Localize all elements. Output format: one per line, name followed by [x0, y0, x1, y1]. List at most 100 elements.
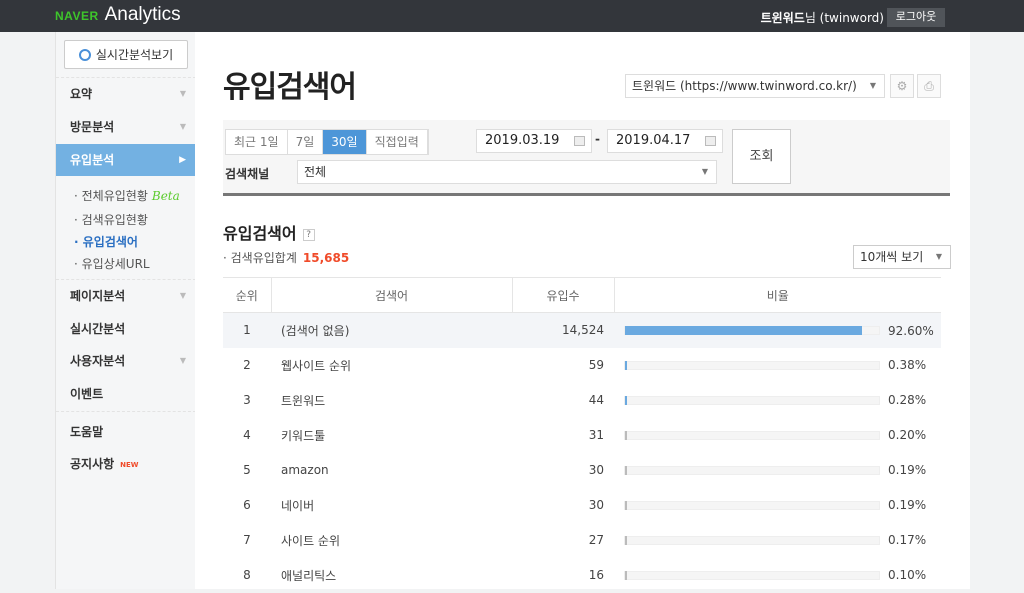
- total-value: 15,685: [303, 251, 349, 265]
- rank-cell: 6: [223, 488, 271, 523]
- tab-7days[interactable]: 7일: [288, 130, 324, 154]
- site-select[interactable]: 트윈워드 (https://www.twinword.co.kr/) ▼: [625, 74, 885, 98]
- print-button[interactable]: ⎙: [917, 74, 941, 98]
- column-header-keyword: 검색어: [271, 278, 512, 313]
- ratio-cell: 0.38%: [614, 348, 941, 383]
- chevron-down-icon: ▼: [180, 78, 186, 110]
- sidebar-item-help[interactable]: 도움말: [56, 416, 196, 448]
- table-row: 7 사이트 순위 27 0.17%: [223, 523, 941, 558]
- table-row: 8 애널리틱스 16 0.10%: [223, 558, 941, 593]
- ratio-bar-track: [624, 536, 880, 545]
- date-to-input[interactable]: 2019.04.17: [607, 129, 723, 153]
- subitem-inflow-url[interactable]: · 유입상세URL: [74, 255, 150, 272]
- logo[interactable]: NAVER Analytics: [55, 4, 181, 26]
- site-select-value: 트윈워드 (https://www.twinword.co.kr/): [632, 79, 857, 93]
- calendar-icon[interactable]: [574, 136, 585, 146]
- sidebar-item-notice[interactable]: 공지사항NEW: [56, 448, 196, 480]
- realtime-button[interactable]: 실시간분석보기: [64, 40, 188, 69]
- page-title: 유입검색어: [223, 62, 356, 106]
- ratio-bar-track: [624, 431, 880, 440]
- ratio-bar-fill: [625, 361, 627, 370]
- date-to-value: 2019.04.17: [616, 133, 690, 148]
- ratio-bar-fill: [625, 571, 627, 580]
- sidebar-item-label: 실시간분석: [70, 322, 125, 336]
- sidebar-item-label: 유입분석: [70, 153, 114, 167]
- column-header-count: 유입수: [512, 278, 614, 313]
- subitem-label: 유입검색어: [83, 235, 138, 249]
- column-header-ratio: 비율: [614, 278, 941, 313]
- rank-cell: 7: [223, 523, 271, 558]
- sidebar-item-user[interactable]: 사용자분석▼: [56, 345, 196, 377]
- ratio-bar-fill: [625, 431, 627, 440]
- ratio-bar-fill: [625, 466, 627, 475]
- per-page-value: 10개씩 보기: [860, 250, 923, 264]
- sidebar-item-label: 방문분석: [70, 120, 114, 134]
- rank-cell: 1: [223, 313, 271, 348]
- ratio-cell: 0.17%: [614, 523, 941, 558]
- subitem-label: 전체유입현황: [82, 189, 148, 203]
- sidebar-item-page[interactable]: 페이지분석▼: [56, 280, 196, 312]
- count-cell: 31: [512, 418, 614, 453]
- sidebar-item-label: 요약: [70, 87, 92, 101]
- dropdown-icon: ▼: [870, 75, 876, 97]
- ratio-bar-fill: [625, 536, 627, 545]
- user-suffix: 님 (twinword): [805, 11, 884, 25]
- count-cell: 59: [512, 348, 614, 383]
- table-row: 3 트윈워드 44 0.28%: [223, 383, 941, 418]
- count-cell: 30: [512, 488, 614, 523]
- subitem-inflow-keywords[interactable]: · 유입검색어: [74, 233, 138, 250]
- table-row: 4 키워드툴 31 0.20%: [223, 418, 941, 453]
- ratio-cell: 92.60%: [614, 313, 941, 348]
- print-icon: ⎙: [924, 79, 934, 93]
- new-badge: NEW: [120, 461, 138, 469]
- keyword-cell: amazon: [271, 453, 512, 488]
- count-cell: 30: [512, 453, 614, 488]
- sidebar-item-summary[interactable]: 요약 ▼: [56, 78, 196, 110]
- channel-label: 검색채널: [225, 165, 269, 182]
- logout-button[interactable]: 로그아웃: [887, 8, 945, 27]
- total-label: 검색유입합계: [231, 251, 297, 265]
- realtime-button-label: 실시간분석보기: [96, 46, 173, 63]
- chevron-down-icon: ▼: [180, 280, 186, 312]
- dropdown-icon: ▼: [702, 161, 708, 183]
- date-from-value: 2019.03.19: [485, 133, 559, 148]
- count-cell: 44: [512, 383, 614, 418]
- settings-button[interactable]: ⚙: [890, 74, 914, 98]
- ratio-text: 0.28%: [888, 393, 926, 407]
- sidebar-item-realtime[interactable]: 실시간분석: [56, 313, 196, 345]
- per-page-select[interactable]: 10개씩 보기 ▼: [853, 245, 951, 269]
- sidebar-item-event[interactable]: 이벤트: [56, 378, 196, 410]
- ratio-cell: 0.19%: [614, 488, 941, 523]
- tab-30days[interactable]: 30일: [323, 130, 366, 154]
- ratio-text: 0.10%: [888, 568, 926, 582]
- tab-1day[interactable]: 최근 1일: [226, 130, 288, 154]
- chevron-right-icon: ▶: [179, 144, 186, 176]
- rank-cell: 2: [223, 348, 271, 383]
- sidebar-item-visit[interactable]: 방문분석 ▼: [56, 111, 196, 143]
- count-cell: 14,524: [512, 313, 614, 348]
- section-title-text: 유입검색어: [223, 224, 297, 243]
- chevron-down-icon: ▼: [180, 111, 186, 143]
- sidebar-item-inflow[interactable]: 유입분석 ▶: [56, 144, 196, 176]
- dropdown-icon: ▼: [936, 246, 942, 268]
- count-cell: 27: [512, 523, 614, 558]
- help-icon[interactable]: ?: [303, 229, 315, 241]
- calendar-icon[interactable]: [705, 136, 716, 146]
- tab-custom[interactable]: 직접입력: [367, 130, 428, 154]
- subitem-all-inflow[interactable]: · 전체유입현황Beta: [74, 187, 180, 204]
- main-content: 유입검색어 트윈워드 (https://www.twinword.co.kr/)…: [195, 32, 970, 589]
- ratio-text: 0.38%: [888, 358, 926, 372]
- column-header-rank: 순위: [223, 278, 271, 313]
- beta-badge: Beta: [152, 189, 180, 203]
- sidebar-item-label: 이벤트: [70, 387, 103, 401]
- keyword-cell: 웹사이트 순위: [271, 348, 512, 383]
- table-row: 6 네이버 30 0.19%: [223, 488, 941, 523]
- date-from-input[interactable]: 2019.03.19: [476, 129, 592, 153]
- date-separator: -: [595, 132, 600, 146]
- section-title: 유입검색어?: [223, 220, 315, 244]
- subitem-search-inflow[interactable]: · 검색유입현황: [74, 211, 148, 228]
- ratio-bar-fill: [625, 396, 627, 405]
- logo-brand: NAVER: [55, 9, 99, 23]
- channel-select[interactable]: 전체▼: [297, 160, 717, 184]
- query-button[interactable]: 조회: [732, 129, 791, 184]
